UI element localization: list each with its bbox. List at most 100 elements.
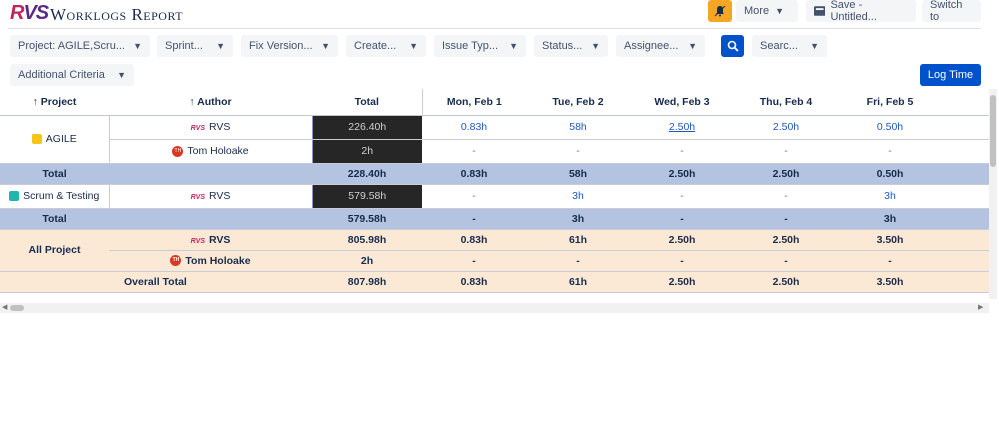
- project-name: AGILE: [45, 133, 77, 145]
- subtotal-day: 3h: [838, 208, 942, 230]
- chevron-down-icon: ▼: [509, 41, 518, 51]
- author-name: Tom Holoake: [185, 254, 251, 267]
- day-cell: -: [734, 184, 838, 209]
- day-cell[interactable]: 58h: [526, 115, 630, 140]
- column-header-day[interactable]: Thu, Feb 4: [734, 89, 838, 116]
- day-cell[interactable]: 0.50h: [838, 115, 942, 140]
- rvs-logo-icon: RVS: [190, 125, 205, 132]
- day-cell: -: [838, 139, 942, 164]
- worklogs-table: ↑ Project ↑ Author Total Mon, Feb 1 Tue,…: [0, 89, 994, 301]
- day-cell[interactable]: 2.50h: [734, 115, 838, 140]
- filter-status[interactable]: Status... ▼: [534, 35, 608, 57]
- avatar: TH: [170, 255, 182, 267]
- all-day: -: [838, 250, 942, 272]
- author-name: Tom Holoake: [187, 145, 249, 157]
- filter-issue-type[interactable]: Issue Typ... ▼: [434, 35, 526, 57]
- table-row: AGILE RVS RVS 226.40h 0.83h 58h 2.50h 2.5…: [0, 114, 994, 164]
- search-icon: [727, 40, 739, 52]
- vertical-scrollbar[interactable]: [989, 89, 997, 299]
- filter-label: Sprint...: [165, 40, 203, 52]
- column-header-day[interactable]: Tue, Feb 2: [526, 89, 630, 116]
- overall-day: 61h: [526, 271, 630, 293]
- day-cell[interactable]: 0.83h: [422, 115, 526, 140]
- column-header-day[interactable]: Mon, Feb 1: [422, 89, 526, 116]
- search-button[interactable]: [721, 35, 744, 57]
- scroll-right-icon[interactable]: ▶: [978, 303, 983, 311]
- overall-total-label: Overall Total: [109, 271, 312, 293]
- subtotal-day: -: [734, 208, 838, 230]
- column-header-empty: [942, 89, 994, 116]
- overall-day: 2.50h: [630, 271, 734, 293]
- log-time-button[interactable]: Log Time: [920, 64, 981, 86]
- day-cell[interactable]: 2.50h: [630, 115, 734, 140]
- subtotal-total: 579.58h: [312, 208, 422, 230]
- project-icon: [9, 191, 20, 202]
- total-cell: 579.58h: [312, 184, 422, 209]
- column-header-day[interactable]: Wed, Feb 3: [630, 89, 734, 116]
- subtotal-day: 2.50h: [630, 163, 734, 185]
- author-cell: RVS RVS: [109, 229, 312, 251]
- chevron-down-icon: ▼: [133, 41, 142, 51]
- filter-fix-version[interactable]: Fix Version... ▼: [241, 35, 338, 57]
- overall-day: 2.50h: [734, 271, 838, 293]
- scrollbar-thumb[interactable]: [10, 305, 24, 311]
- all-day: 0.83h: [422, 229, 526, 251]
- project-cell-scrum: Scrum & Testing: [0, 184, 110, 209]
- more-label: More: [744, 5, 770, 17]
- empty-cell: [0, 271, 109, 293]
- more-button[interactable]: More ▼: [736, 0, 798, 22]
- save-button[interactable]: Save - Untitled...: [806, 0, 916, 23]
- chevron-down-icon: ▼: [591, 41, 600, 51]
- overall-day: 0.83h: [422, 271, 526, 293]
- author-cell: TH Tom Holoake: [109, 250, 312, 272]
- empty-cell: [942, 271, 994, 293]
- filter-sprint[interactable]: Sprint... ▼: [157, 35, 233, 57]
- filter-created[interactable]: Create... ▼: [346, 35, 426, 57]
- notification-button[interactable]: [708, 0, 732, 22]
- empty-cell: [942, 229, 994, 251]
- chevron-down-icon: ▼: [117, 70, 126, 80]
- day-cell[interactable]: 3h: [838, 184, 942, 209]
- all-day: 61h: [526, 229, 630, 251]
- day-cell[interactable]: 3h: [526, 184, 630, 209]
- chevron-down-icon: ▼: [810, 41, 819, 51]
- author-cell: RVS RVS: [108, 114, 313, 140]
- chevron-down-icon: ▼: [216, 41, 225, 51]
- subtotal-day: 2.50h: [734, 163, 838, 185]
- column-header-author[interactable]: ↑ Author: [109, 89, 312, 116]
- day-cell: -: [526, 139, 630, 164]
- subtotal-total: 228.40h: [312, 163, 422, 185]
- column-header-total[interactable]: Total: [312, 89, 423, 116]
- subtotal-day: 58h: [526, 163, 630, 185]
- horizontal-scrollbar[interactable]: ◀ ▶: [0, 303, 989, 313]
- total-cell: 2h: [312, 139, 422, 164]
- filter-search[interactable]: Searc... ▼: [752, 35, 827, 57]
- filter-project[interactable]: Project: AGILE,Scru... ▼: [10, 35, 150, 57]
- subtotal-day: -: [630, 208, 734, 230]
- total-cell: 226.40h: [312, 115, 422, 140]
- app-header: RVS Worklogs Report More ▼ Save - Untitl…: [0, 0, 999, 28]
- avatar: TH: [172, 145, 184, 157]
- author-name: RVS: [209, 190, 231, 202]
- scrollbar-thumb[interactable]: [990, 95, 996, 167]
- all-day: 3.50h: [838, 229, 942, 251]
- filter-label: Create...: [354, 40, 397, 52]
- subtotal-row: Total 579.58h - 3h - - 3h: [0, 208, 994, 230]
- empty-cell: [109, 208, 312, 230]
- chevron-down-icon: ▼: [775, 6, 784, 16]
- scroll-left-icon[interactable]: ◀: [2, 303, 7, 311]
- overall-day: 3.50h: [838, 271, 942, 293]
- empty-cell: [109, 163, 312, 185]
- all-day: -: [630, 250, 734, 272]
- header-divider: [8, 28, 981, 29]
- all-day: -: [526, 250, 630, 272]
- author-name: RVS: [209, 121, 231, 133]
- switch-to-button[interactable]: Switch to: [922, 0, 981, 23]
- filter-label: Project: AGILE,Scru...: [18, 40, 125, 52]
- subtotal-day: -: [422, 208, 526, 230]
- filter-assignee[interactable]: Assignee... ▼: [616, 35, 705, 57]
- column-header-project[interactable]: ↑ Project: [0, 89, 109, 116]
- filter-additional-criteria[interactable]: Additional Criteria ▼: [10, 64, 134, 86]
- column-header-day[interactable]: Fri, Feb 5: [838, 89, 942, 116]
- chevron-down-icon: ▼: [409, 41, 418, 51]
